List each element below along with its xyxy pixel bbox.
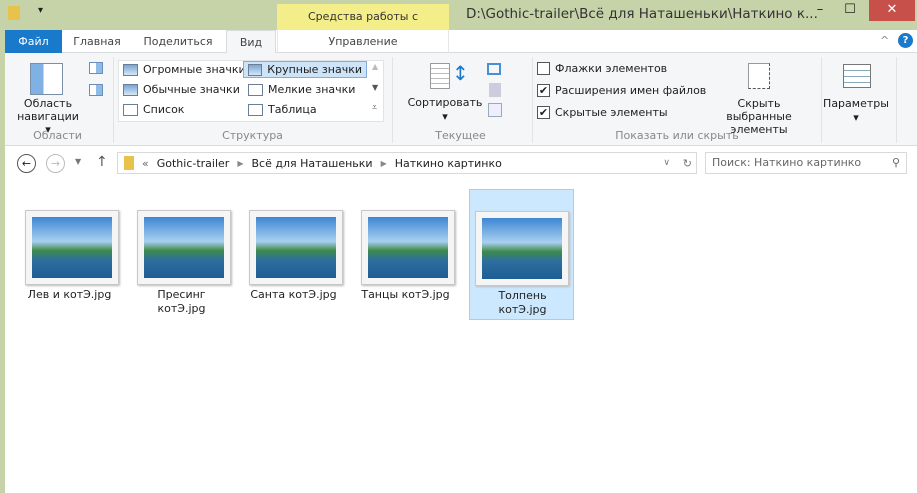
layout-medium[interactable]: Обычные значки — [123, 83, 240, 96]
address-dropdown-icon[interactable]: ∨ — [663, 158, 670, 168]
refresh-icon[interactable]: ↻ — [683, 157, 692, 170]
window-title: D:\Gothic-trailer\Всё для Наташеньки\Нат… — [466, 6, 818, 22]
checkbox[interactable]: ✔ — [537, 84, 550, 97]
image-thumbnail — [361, 210, 455, 285]
checkbox-hidden-items[interactable]: ✔ Скрытые элементы — [537, 106, 668, 119]
file-item-selected[interactable]: Толпень котЭ.jpg — [469, 189, 574, 320]
breadcrumb-item[interactable]: Gothic-trailer — [157, 157, 230, 170]
maximize-button[interactable]: ☐ — [835, 0, 865, 21]
checkbox[interactable] — [537, 62, 550, 75]
details-pane-icon[interactable] — [89, 84, 103, 96]
options-button[interactable]: Параметры ▾ — [821, 97, 891, 125]
file-name: Толпень котЭ.jpg — [498, 289, 547, 316]
file-name: Танцы котЭ.jpg — [361, 288, 450, 301]
file-item[interactable]: Танцы котЭ.jpg — [353, 189, 458, 320]
folder-icon — [8, 6, 20, 20]
extra-large-icons-icon — [123, 63, 138, 76]
tab-view[interactable]: Вид — [226, 30, 276, 54]
ribbon: Область навигации ▾ Области Огромные зна… — [5, 53, 917, 155]
list-icon — [123, 103, 138, 116]
large-icons-icon — [248, 63, 263, 76]
small-icons-icon — [248, 83, 263, 96]
layout-list[interactable]: Список — [123, 103, 184, 116]
tab-home[interactable]: Главная — [65, 30, 129, 53]
close-button[interactable]: ✕ — [869, 0, 915, 21]
size-columns-icon[interactable] — [488, 103, 502, 117]
group-label-areas: Области — [33, 129, 82, 142]
medium-icons-icon — [123, 83, 138, 96]
help-icon[interactable]: ? — [898, 33, 913, 48]
collapse-ribbon-icon[interactable]: ^ — [880, 34, 889, 47]
preview-pane-icon[interactable] — [89, 62, 103, 74]
checkbox[interactable]: ✔ — [537, 106, 550, 119]
file-name: Лев и котЭ.jpg — [27, 288, 112, 301]
folder-icon — [124, 156, 134, 170]
nav-pane-label: Область навигации — [17, 97, 79, 123]
tab-file[interactable]: Файл — [5, 30, 62, 53]
checkbox-file-extensions[interactable]: ✔ Расширения имен файлов — [537, 84, 706, 97]
gallery-expand-icon[interactable]: ⩡ — [372, 103, 377, 113]
quick-access-dropdown-icon[interactable]: ▾ — [38, 5, 43, 16]
title-bar: ▾ Средства работы с рисунками D:\Gothic-… — [0, 0, 917, 49]
tab-manage[interactable]: Управление — [277, 30, 449, 53]
image-thumbnail — [249, 210, 343, 285]
navigation-bar: ← → ▼ ↑ « Gothic-trailer ▶ Всё для Наташе… — [5, 146, 917, 184]
hide-selected-icon — [748, 63, 770, 89]
minimize-button[interactable]: – — [805, 0, 835, 21]
up-button[interactable]: ↑ — [96, 154, 108, 170]
breadcrumb-item[interactable]: Наткино картинко — [395, 157, 502, 170]
details-icon — [248, 103, 263, 116]
ribbon-tabs: Файл Главная Поделиться Вид Управление ^… — [5, 30, 917, 54]
group-label-layout: Структура — [222, 129, 283, 142]
file-view: Лев и котЭ.jpg Пресинг котЭ.jpg Санта ко… — [5, 184, 917, 493]
breadcrumb-item[interactable]: Всё для Наташеньки — [251, 157, 372, 170]
context-tab-header: Средства работы с рисунками — [277, 4, 449, 49]
image-thumbnail — [475, 211, 569, 286]
back-button[interactable]: ← — [17, 154, 36, 173]
sort-arrows-icon: ↕ — [452, 61, 469, 85]
forward-button[interactable]: → — [46, 154, 65, 173]
nav-pane-icon — [30, 63, 63, 95]
sort-button[interactable]: Сортировать ▾ — [405, 96, 485, 124]
image-thumbnail — [137, 210, 231, 285]
address-bar[interactable]: « Gothic-trailer ▶ Всё для Наташеньки ▶ На… — [117, 152, 697, 174]
checkbox-item-checkboxes[interactable]: Флажки элементов — [537, 62, 667, 75]
gallery-up-icon[interactable]: ▲ — [372, 62, 378, 71]
layout-large[interactable]: Крупные значки — [243, 61, 367, 78]
recent-locations-icon[interactable]: ▼ — [75, 157, 81, 166]
group-label-show-hide: Показать или скрыть — [615, 129, 739, 142]
layout-small[interactable]: Мелкие значки — [248, 83, 355, 96]
layout-details[interactable]: Таблица — [248, 103, 317, 116]
file-name: Санта котЭ.jpg — [250, 288, 337, 301]
file-item[interactable]: Санта котЭ.jpg — [241, 189, 346, 320]
search-input[interactable]: Поиск: Наткино картинко ⚲ — [705, 152, 907, 174]
options-icon — [843, 64, 871, 88]
tab-share[interactable]: Поделиться — [137, 30, 219, 53]
layout-extra-large[interactable]: Огромные значки — [123, 63, 246, 76]
search-icon: ⚲ — [891, 156, 900, 169]
file-item[interactable]: Лев и котЭ.jpg — [17, 189, 122, 320]
gallery-down-icon[interactable]: ▼ — [372, 83, 378, 92]
file-name: Пресинг котЭ.jpg — [157, 288, 206, 315]
file-item[interactable]: Пресинг котЭ.jpg — [129, 189, 234, 320]
add-columns-icon — [489, 83, 501, 97]
image-thumbnail — [25, 210, 119, 285]
sort-icon — [430, 63, 450, 89]
group-by-icon[interactable] — [487, 63, 501, 75]
